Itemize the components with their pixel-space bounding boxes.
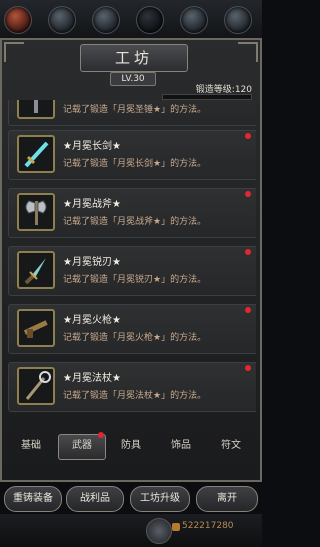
recipe-row[interactable]: ★月冕长剑★ 记载了锻造「月冕长剑★」的方法。 — [8, 130, 256, 180]
category-tabs: 基础 武器 防具 饰品 符文 — [8, 432, 256, 460]
recipe-list[interactable]: ★月冕圣锤★记载了锻造「月冕圣锤★」的方法。 ★月冕长剑★ 记载了锻造「月冕长剑★」… — [8, 100, 256, 430]
item-slot[interactable] — [17, 100, 55, 119]
loot-button[interactable]: 战利品 — [66, 486, 124, 512]
recast-equipment-button[interactable]: 重铸装备 — [4, 486, 62, 512]
recipe-description: 记载了锻造「月冕圣锤★」的方法。 — [63, 105, 207, 115]
recipe-row[interactable]: ★月冕圣锤★记载了锻造「月冕圣锤★」的方法。 — [8, 100, 256, 126]
action-bar: 重铸装备 战利品 工坊升级 离开 — [0, 486, 262, 514]
avatar[interactable] — [146, 518, 172, 544]
item-slot[interactable] — [17, 309, 55, 347]
hammer-icon — [34, 100, 38, 113]
sword-icon — [24, 141, 49, 168]
quest-orb-icon[interactable] — [180, 6, 208, 34]
staff-icon — [25, 371, 51, 400]
recipe-row[interactable]: ★月冕战斧★ 记载了锻造「月冕战斧★」的方法。 — [8, 188, 256, 238]
recipe-description: 记载了锻造「月冕法杖★」的方法。 — [63, 391, 207, 401]
settings-orb-icon[interactable] — [224, 6, 252, 34]
recipe-row[interactable]: ★月冕锐刃★ 记载了锻造「月冕锐刃★」的方法。 — [8, 246, 256, 296]
tab-2[interactable]: 防具 — [108, 434, 154, 458]
workshop-window: 工坊 LV.30 锻造等级:120 ★月冕圣锤★记载了锻造「月冕圣锤★」的方法。… — [0, 38, 262, 482]
window-title: 工坊 — [114, 49, 153, 67]
bag-orb-icon[interactable] — [92, 6, 120, 34]
axe-icon — [25, 200, 47, 225]
workshop-upgrade-button[interactable]: 工坊升级 — [130, 486, 190, 512]
tab-4[interactable]: 符文 — [208, 434, 254, 458]
recipe-name: ★月冕锐刃★ — [63, 257, 121, 268]
new-badge — [245, 191, 251, 197]
tab-badge — [98, 432, 104, 438]
recipe-name: ★月冕法杖★ — [63, 373, 121, 384]
bottom-bar: 522217280 — [0, 514, 262, 547]
frame-corner-ornament — [4, 42, 24, 62]
new-badge — [245, 249, 251, 255]
gun-icon — [23, 320, 48, 338]
currency-amount: 522217280 — [182, 521, 234, 531]
recipe-description: 记载了锻造「月冕长剑★」的方法。 — [63, 159, 207, 169]
recipe-row[interactable]: ★月冕火枪★ 记载了锻造「月冕火枪★」的方法。 — [8, 304, 256, 354]
recipe-name: ★月冕长剑★ — [63, 141, 121, 152]
new-badge — [245, 365, 251, 371]
item-slot[interactable] — [17, 135, 55, 173]
shield-orb-icon[interactable] — [136, 6, 164, 34]
item-slot[interactable] — [17, 367, 55, 405]
tab-1[interactable]: 武器 — [58, 434, 106, 460]
tab-3[interactable]: 饰品 — [158, 434, 204, 458]
new-badge — [245, 307, 251, 313]
dagger-icon — [24, 258, 46, 285]
recipe-description: 记载了锻造「月冕锐刃★」的方法。 — [63, 275, 207, 285]
tab-0[interactable]: 基础 — [8, 434, 54, 458]
item-slot[interactable] — [17, 251, 55, 289]
level-badge: LV.30 — [110, 72, 156, 86]
recipe-row[interactable]: ★月冕法杖★ 记载了锻造「月冕法杖★」的方法。 — [8, 362, 256, 412]
recipe-description: 记载了锻造「月冕火枪★」的方法。 — [63, 333, 207, 343]
leave-button[interactable]: 离开 — [196, 486, 258, 512]
recipe-description: 记载了锻造「月冕战斧★」的方法。 — [63, 217, 207, 227]
item-slot[interactable] — [17, 193, 55, 231]
title-plate: 工坊 — [80, 44, 188, 72]
coin-icon — [172, 523, 180, 531]
new-badge — [245, 133, 251, 139]
top-hud — [0, 0, 262, 38]
recipe-name: ★月冕火枪★ — [63, 315, 121, 326]
skill-orb-icon[interactable] — [48, 6, 76, 34]
frame-corner-ornament — [238, 42, 258, 62]
recipe-name: ★月冕战斧★ — [63, 199, 121, 210]
menu-orb-icon[interactable] — [4, 6, 32, 34]
